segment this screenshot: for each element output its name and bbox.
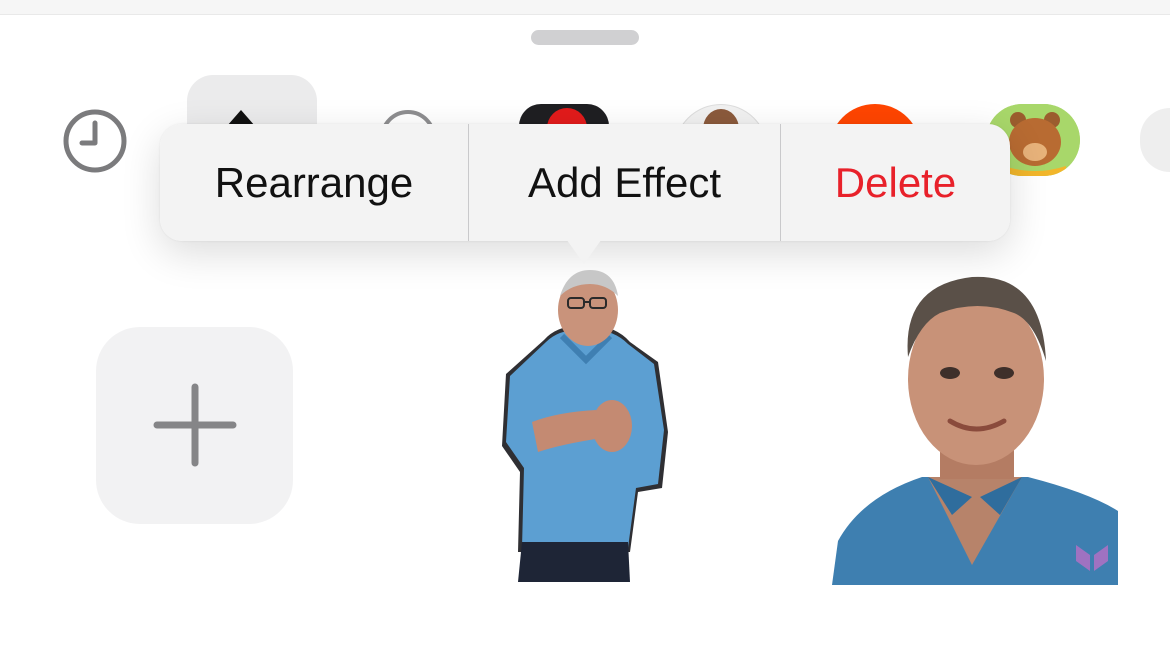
sheet-top-edge (0, 0, 1170, 15)
sticker-drawer: Rearrange Add Effect Delete (0, 0, 1170, 658)
tray-next-item[interactable] (1140, 108, 1170, 172)
plus-icon (153, 383, 237, 467)
context-menu-pointer (564, 236, 604, 264)
rearrange-menu-item[interactable]: Rearrange (160, 124, 468, 241)
add-effect-menu-item[interactable]: Add Effect (469, 124, 780, 241)
delete-menu-item[interactable]: Delete (781, 124, 1010, 241)
sticker-context-menu: Rearrange Add Effect Delete (160, 124, 1010, 241)
sheet-grabber[interactable] (531, 30, 639, 45)
recents-clock-icon[interactable] (62, 108, 128, 174)
sticker-man-blue-polo[interactable] (498, 262, 673, 585)
sticker-man-blue-shirt[interactable] (832, 265, 1118, 585)
